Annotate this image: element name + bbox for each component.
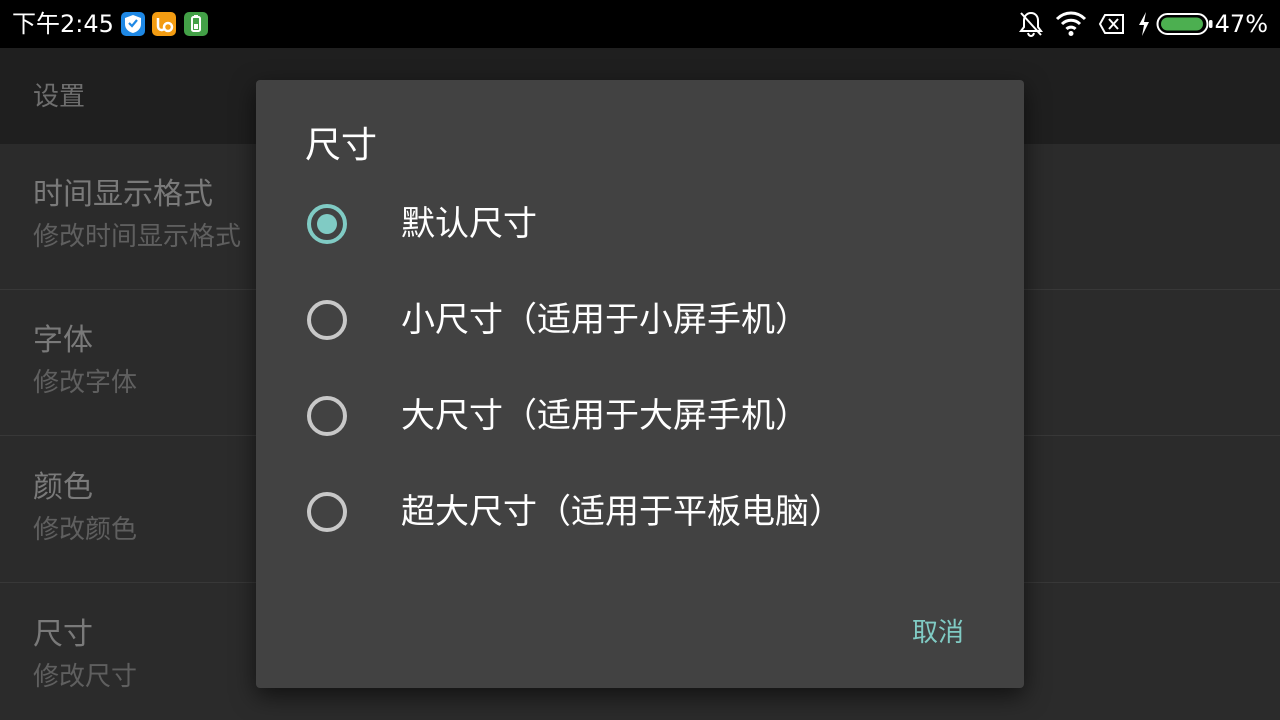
status-right: 47% bbox=[0, 0, 1280, 48]
charging-icon bbox=[1136, 10, 1152, 42]
radio-unselected-icon[interactable] bbox=[307, 300, 347, 340]
radio-selected-icon[interactable] bbox=[307, 204, 347, 244]
settings-item-subtitle: 修改时间显示格式 bbox=[33, 222, 242, 252]
status-bar: 下午2:45 47% bbox=[0, 0, 1280, 48]
cancel-button[interactable]: 取消 bbox=[912, 616, 964, 650]
option-label: 超大尺寸（适用于平板电脑） bbox=[401, 492, 843, 532]
settings-item-subtitle: 修改尺寸 bbox=[33, 662, 138, 692]
dialog-title: 尺寸 bbox=[305, 125, 378, 166]
wifi-icon bbox=[1055, 10, 1087, 42]
settings-item-title: 颜色 bbox=[33, 470, 93, 505]
option-label: 默认尺寸 bbox=[401, 204, 537, 244]
sim-off-icon bbox=[1098, 10, 1126, 42]
option-large-size[interactable]: 大尺寸（适用于大屏手机） bbox=[256, 368, 1024, 464]
radio-unselected-icon[interactable] bbox=[307, 492, 347, 532]
battery-percent: 47% bbox=[1214, 10, 1268, 38]
radio-unselected-icon[interactable] bbox=[307, 396, 347, 436]
settings-item-title: 字体 bbox=[33, 323, 93, 358]
page-title: 设置 bbox=[33, 82, 86, 112]
option-label: 小尺寸（适用于小屏手机） bbox=[401, 300, 809, 340]
option-label: 大尺寸（适用于大屏手机） bbox=[401, 396, 809, 436]
settings-item-subtitle: 修改颜色 bbox=[33, 515, 138, 545]
battery-icon bbox=[1156, 12, 1214, 40]
settings-item-title: 时间显示格式 bbox=[33, 177, 213, 212]
option-default-size[interactable]: 默认尺寸 bbox=[256, 176, 1024, 272]
option-extra-large-size[interactable]: 超大尺寸（适用于平板电脑） bbox=[256, 464, 1024, 560]
bell-off-icon bbox=[1018, 10, 1044, 42]
option-small-size[interactable]: 小尺寸（适用于小屏手机） bbox=[256, 272, 1024, 368]
settings-item-title: 尺寸 bbox=[33, 617, 93, 652]
settings-item-subtitle: 修改字体 bbox=[33, 368, 138, 398]
size-dialog: 尺寸 默认尺寸 小尺寸（适用于小屏手机） 大尺寸（适用于大屏手机） 超大尺寸（适… bbox=[256, 80, 1024, 688]
screen: 下午2:45 47% 设置 时间显示格式 修改时间显示格式 字体 修改字体 颜色… bbox=[0, 0, 1280, 720]
